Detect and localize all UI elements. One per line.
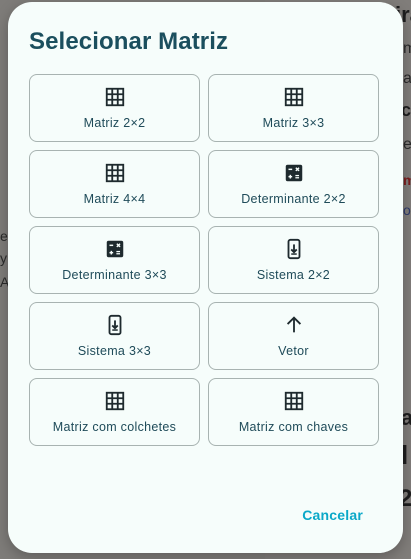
option-matriz-2x2[interactable]: Matriz 2×2: [29, 74, 200, 142]
grid-icon: [284, 87, 303, 107]
dialog-title: Selecionar Matriz: [29, 28, 229, 55]
select-matrix-dialog: Selecionar Matriz Matriz 2×2 Matriz 3×3: [8, 2, 403, 553]
option-vetor[interactable]: Vetor: [208, 302, 379, 370]
background-text: e: [0, 228, 8, 244]
option-matriz-3x3[interactable]: Matriz 3×3: [208, 74, 379, 142]
option-matriz-com-chaves[interactable]: Matriz com chaves: [208, 378, 379, 446]
background-text: y: [0, 250, 7, 266]
option-matriz-4x4[interactable]: Matriz 4×4: [29, 150, 200, 218]
option-label: Matriz com chaves: [238, 420, 349, 434]
grid-icon: [105, 163, 124, 183]
grid-icon: [105, 391, 124, 411]
grid-icon: [284, 391, 303, 411]
grid-icon: [105, 87, 124, 107]
phone-download-icon: [287, 238, 300, 260]
background-text: m: [403, 172, 411, 188]
option-label: Matriz com colchetes: [52, 420, 177, 434]
option-label: Determinante 2×2: [241, 192, 346, 206]
matrix-options-grid: Matriz 2×2 Matriz 3×3 Matriz 4×4 Determi…: [29, 74, 379, 446]
option-label: Matriz 4×4: [83, 192, 146, 206]
option-label: Matriz 2×2: [83, 116, 146, 130]
phone-download-icon: [108, 314, 121, 336]
option-matriz-com-colchetes[interactable]: Matriz com colchetes: [29, 378, 200, 446]
option-label: Determinante 3×3: [62, 268, 167, 282]
background-text: es: [403, 136, 411, 153]
option-determinante-2x2[interactable]: Determinante 2×2: [208, 150, 379, 218]
option-label: Sistema 3×3: [77, 344, 152, 358]
background-text: o: [403, 202, 411, 218]
option-determinante-3x3[interactable]: Determinante 3×3: [29, 226, 200, 294]
option-sistema-2x2[interactable]: Sistema 2×2: [208, 226, 379, 294]
calculator-icon: [285, 164, 302, 182]
background-text: m: [403, 40, 411, 57]
arrow-up-icon: [286, 316, 301, 333]
option-label: Matriz 3×3: [262, 116, 325, 130]
cancel-button[interactable]: Cancelar: [302, 507, 363, 523]
option-sistema-3x3[interactable]: Sistema 3×3: [29, 302, 200, 370]
background-text: a: [403, 70, 411, 87]
option-label: Vetor: [278, 344, 309, 358]
option-label: Sistema 2×2: [256, 268, 331, 282]
calculator-icon: [106, 240, 123, 258]
